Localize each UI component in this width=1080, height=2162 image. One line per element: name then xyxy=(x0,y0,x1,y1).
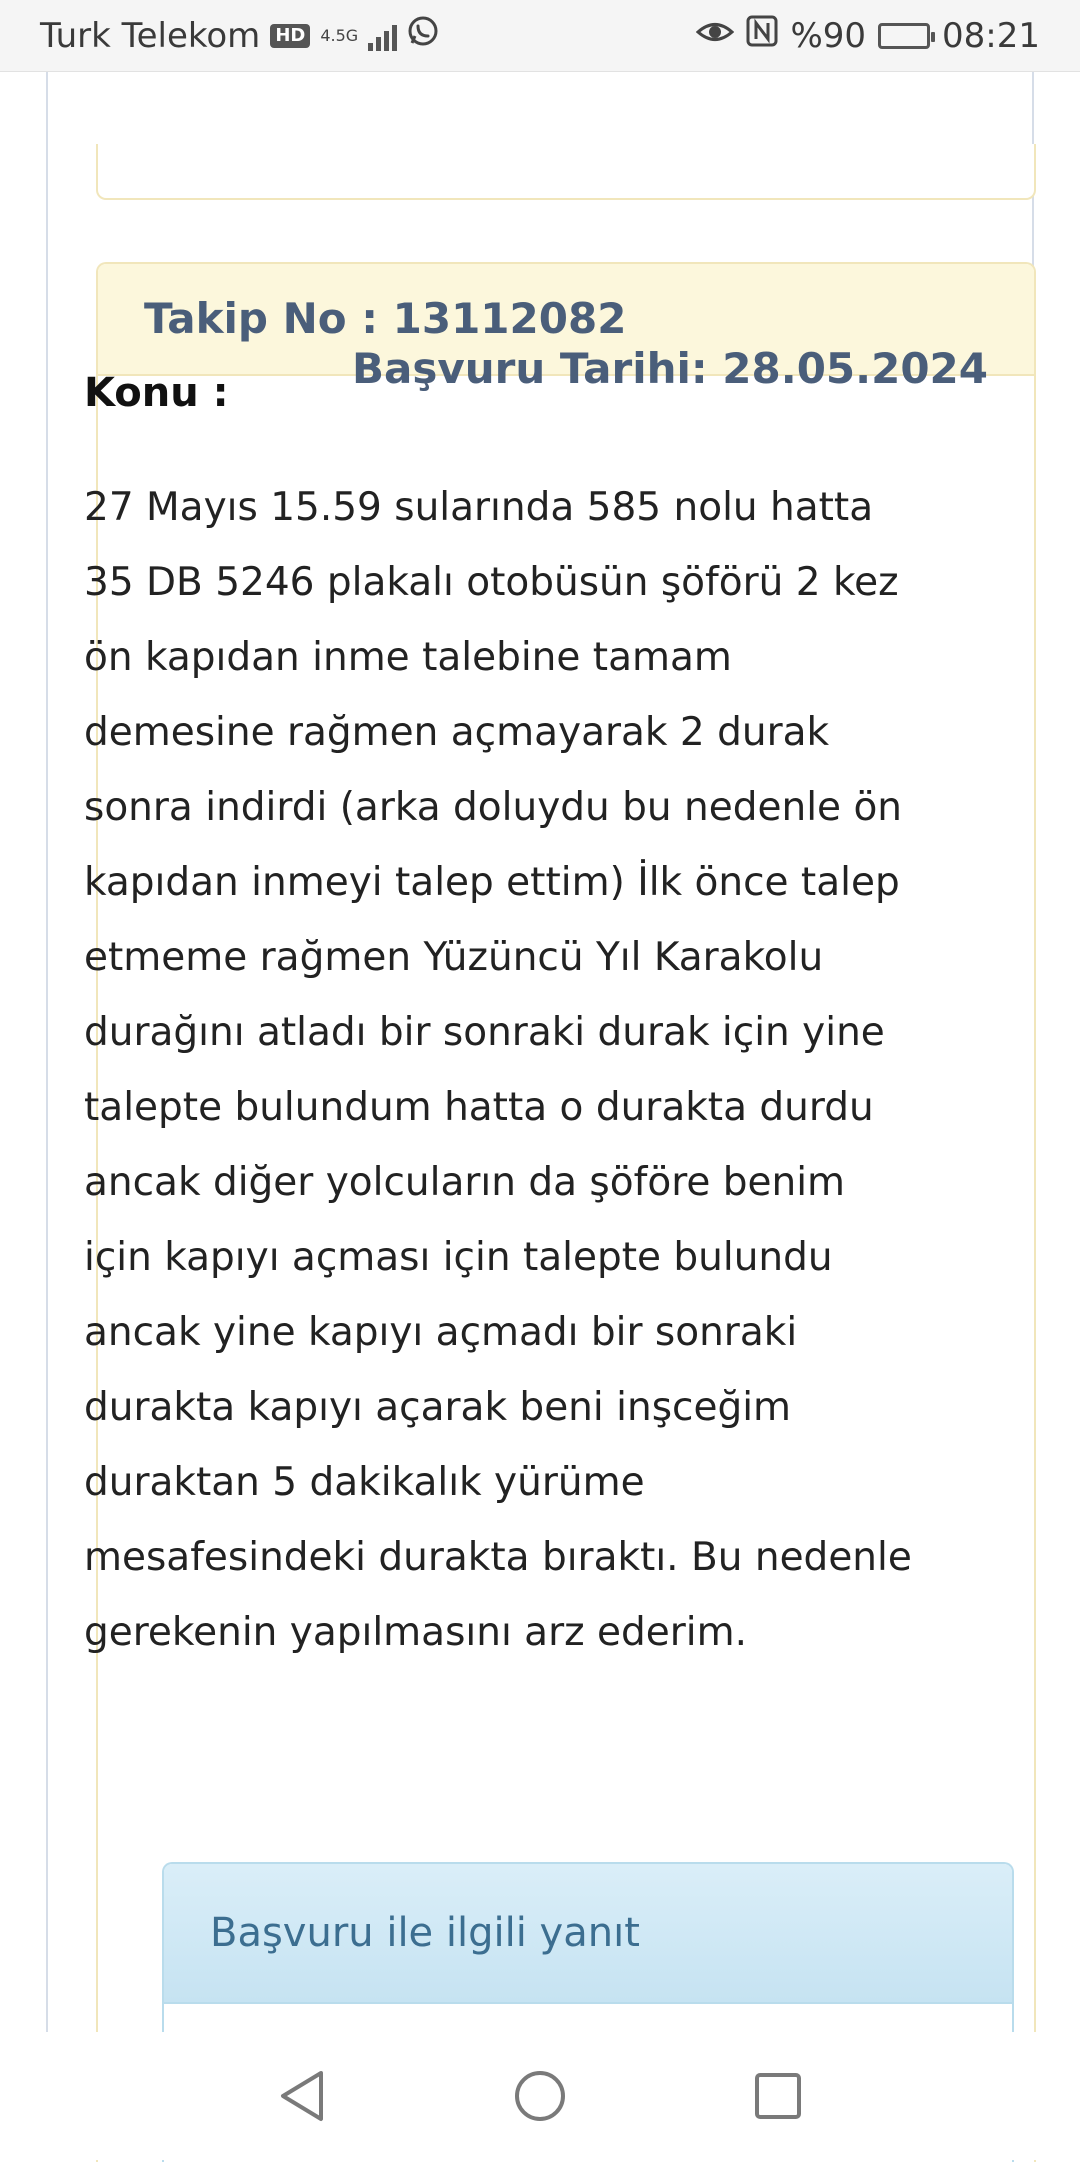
carrier-name: Turk Telekom xyxy=(40,15,261,56)
battery-icon xyxy=(878,22,936,49)
response-title: Başvuru ile ilgili yanıt xyxy=(210,1910,640,1956)
whatsapp-icon xyxy=(407,15,439,56)
response-header: Başvuru ile ilgili yanıt xyxy=(164,1864,1012,2004)
battery-percent: %90 xyxy=(790,15,867,56)
hd-icon: HD xyxy=(270,23,311,48)
card-header: Takip No : 13112082 Başvuru Tarihi: 28.0… xyxy=(98,264,1034,393)
tracking-number: Takip No : 13112082 xyxy=(144,294,627,343)
status-right: %90 08:21 xyxy=(696,15,1040,56)
back-icon[interactable] xyxy=(272,2066,332,2126)
status-left: Turk Telekom HD 4.5G xyxy=(40,15,439,56)
recents-icon[interactable] xyxy=(748,2066,808,2126)
signal-icon xyxy=(368,21,398,51)
subject-label: Konu : xyxy=(84,370,229,416)
network-type: 4.5G xyxy=(320,25,359,45)
nfc-icon xyxy=(746,15,778,56)
previous-card xyxy=(96,144,1036,200)
navigation-bar xyxy=(0,2032,1080,2160)
status-bar: Turk Telekom HD 4.5G %90 08:21 xyxy=(0,0,1080,72)
eye-icon xyxy=(696,16,735,56)
clock: 08:21 xyxy=(942,15,1040,56)
home-icon[interactable] xyxy=(510,2066,570,2126)
application-date: Başvuru Tarihi: 28.05.2024 xyxy=(352,344,988,393)
subject-text: 27 Mayıs 15.59 sularında 585 nolu hatta … xyxy=(84,485,912,1655)
